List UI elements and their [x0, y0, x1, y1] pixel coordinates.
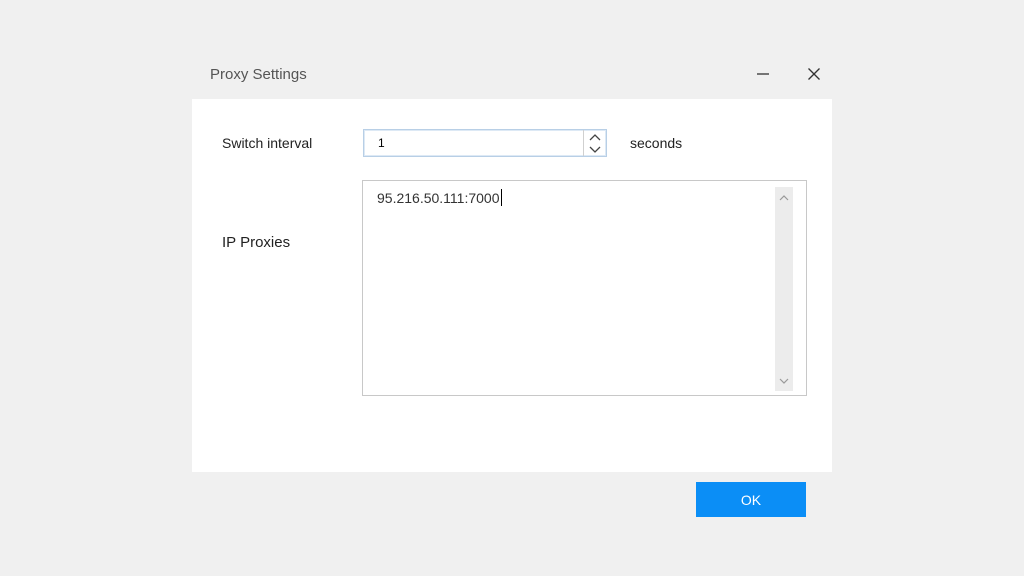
- dialog-title: Proxy Settings: [210, 66, 307, 83]
- close-button[interactable]: [801, 62, 827, 86]
- interval-unit-label: seconds: [630, 135, 683, 151]
- ip-proxies-label: IP Proxies: [222, 234, 291, 251]
- chevron-down-icon: [589, 146, 601, 153]
- chevron-up-icon: [779, 194, 789, 200]
- spin-up-button[interactable]: [584, 130, 606, 143]
- ip-proxies-textarea[interactable]: 95.216.50.111:7000: [362, 180, 807, 396]
- chevron-down-icon: [779, 378, 789, 384]
- ip-proxies-value: 95.216.50.111:7000: [377, 190, 500, 206]
- spin-down-button[interactable]: [584, 143, 606, 156]
- title-bar: Proxy Settings: [192, 52, 832, 99]
- scroll-down-button[interactable]: [775, 373, 793, 389]
- settings-panel: Switch interval seconds IP Proxies 95.21: [192, 99, 832, 472]
- text-caret: [500, 189, 502, 206]
- scroll-up-button[interactable]: [775, 189, 793, 205]
- switch-interval-label: Switch interval: [222, 135, 313, 151]
- switch-interval-spinbox[interactable]: [363, 129, 607, 157]
- minimize-icon: [757, 73, 769, 75]
- ok-button[interactable]: OK: [696, 482, 806, 517]
- chevron-up-icon: [589, 133, 601, 140]
- minimize-button[interactable]: [750, 62, 776, 86]
- proxy-settings-dialog: Proxy Settings Switch interval 1 seconds…: [192, 52, 832, 532]
- switch-interval-input[interactable]: [365, 131, 583, 155]
- vertical-scrollbar[interactable]: [775, 187, 793, 391]
- close-icon: [808, 68, 820, 80]
- ip-proxies-text[interactable]: 95.216.50.111:7000: [377, 189, 502, 206]
- spin-buttons: [583, 130, 606, 156]
